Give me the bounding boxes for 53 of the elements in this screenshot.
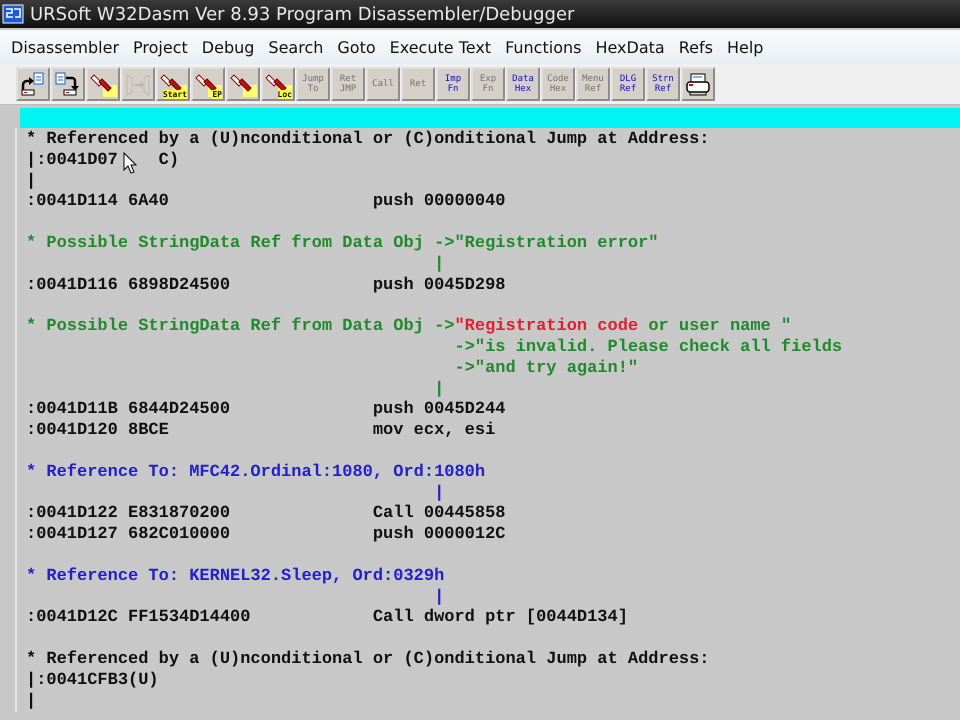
code-text: or user name " xyxy=(647,317,792,336)
menu-item[interactable]: Functions xyxy=(498,38,588,56)
save-file-icon xyxy=(54,71,82,97)
code-line: :0041D114 6A40 push 00000040 xyxy=(26,192,506,214)
code-line: | xyxy=(433,588,446,608)
toolbar-button[interactable] xyxy=(681,67,715,101)
code-line: | xyxy=(433,484,446,504)
toolbar-button[interactable]: Loc xyxy=(261,67,295,101)
menu-item[interactable]: Execute Text xyxy=(382,38,498,56)
toolbar-button[interactable] xyxy=(51,67,85,101)
toolbar-button[interactable]: Data Hex xyxy=(506,67,540,101)
toolbar-button[interactable] xyxy=(226,67,260,101)
code-line: :0041D12C FF1534D14400 Call dword ptr [0044D134] xyxy=(26,608,629,630)
toolbar-button[interactable] xyxy=(86,67,120,101)
code-line: :0041D116 6898D24500 push 0045D298 xyxy=(26,276,506,296)
toolbar-button[interactable]: Start xyxy=(156,67,190,101)
menu-item[interactable]: Project xyxy=(126,38,195,56)
menu-item[interactable]: Goto xyxy=(330,38,383,56)
menu-item[interactable]: Search xyxy=(261,38,330,56)
mouse-pointer-icon xyxy=(123,152,137,174)
code-line: :0041D11B 6844D24500 push 0045D244 xyxy=(26,400,506,422)
menu-item[interactable]: Disassembler xyxy=(4,38,126,56)
menu-item[interactable]: Debug xyxy=(194,38,262,56)
code-line: | xyxy=(26,692,38,712)
code-line: |:0041CFB3(U) xyxy=(26,670,160,692)
printer-icon xyxy=(684,71,712,97)
code-line: | xyxy=(433,254,446,276)
code-text: * Possible StringData Ref from Data Obj -> xyxy=(26,317,454,336)
code-line: :0041D122 E831870200 Call 00445858 xyxy=(26,504,506,526)
toolbar-button[interactable]: Imp Fn xyxy=(436,67,470,101)
code-line: | xyxy=(26,172,38,192)
app-icon xyxy=(2,4,24,24)
code-line: * Reference To: KERNEL32.Sleep, Ord:0329h xyxy=(26,566,446,588)
toolbar-button[interactable]: EP xyxy=(191,67,225,101)
code-line: * Referenced by a (U)nconditional or (C)onditional Jump at Address: xyxy=(26,130,711,151)
code-line: * Reference To: MFC42.Ordinal:1080, Ord:1080h xyxy=(26,462,486,484)
toolbar-button[interactable] xyxy=(16,67,50,101)
code-text: "Registration code xyxy=(454,317,638,336)
menu-item[interactable]: Help xyxy=(720,38,770,56)
toolbar-button[interactable]: DLG Ref xyxy=(611,67,645,101)
toolbar-button[interactable]: Strn Ref xyxy=(646,67,680,101)
menu-item[interactable]: HexData xyxy=(588,38,672,56)
code-line: :0041D127 682C010000 push 0000012C xyxy=(26,525,506,546)
window-title: URSoft W32Dasm Ver 8.93 Program Disassembler/Debugger xyxy=(30,4,574,24)
code-line: ->"and try again!" xyxy=(453,358,640,380)
code-line: * Referenced by a (U)nconditional or (C)onditional Jump at Address: xyxy=(26,650,711,671)
code-line: | xyxy=(433,380,446,400)
menu-item[interactable]: Refs xyxy=(672,38,720,56)
code-text: |:0041D07 xyxy=(26,150,118,170)
code-line: :0041D120 8BCE mov ecx, esi xyxy=(26,421,496,442)
code-line: * Possible StringData Ref from Data Obj ->"Registration error" xyxy=(26,234,660,255)
code-line: ->"is invalid. Please check all fields xyxy=(453,338,844,359)
code-text: C) xyxy=(158,150,180,170)
